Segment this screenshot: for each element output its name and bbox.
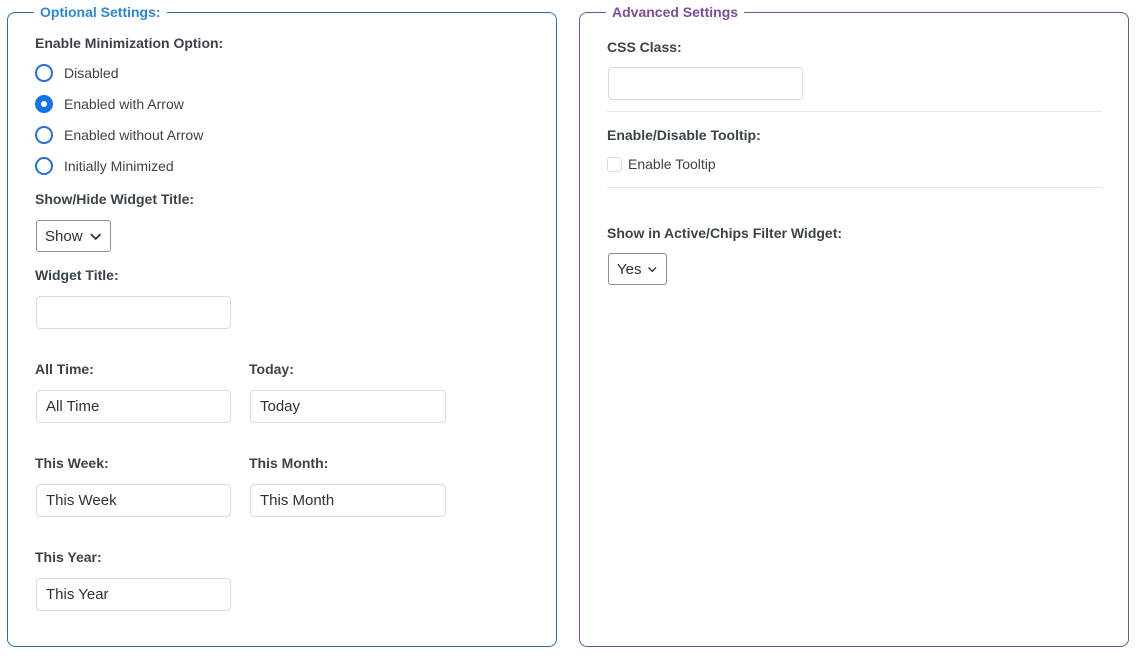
settings-page: Optional Settings: Enable Minimization O…: [0, 0, 1143, 659]
radio-initially-minimized-label: Initially Minimized: [64, 158, 174, 174]
all-time-label: All Time:: [35, 361, 94, 377]
radio-enabled-with-arrow[interactable]: Enabled with Arrow: [35, 92, 184, 116]
divider-2: [607, 187, 1102, 188]
show-hide-title-label: Show/Hide Widget Title:: [35, 191, 195, 207]
show-hide-title-select[interactable]: Show: [36, 220, 111, 252]
radio-enabled-with-arrow-control[interactable]: [35, 95, 53, 113]
this-year-input[interactable]: This Year: [36, 578, 231, 611]
radio-initially-minimized[interactable]: Initially Minimized: [35, 154, 174, 178]
enable-tooltip-label: Enable Tooltip: [628, 156, 716, 172]
optional-settings-legend: Optional Settings:: [34, 3, 167, 21]
radio-disabled-label: Disabled: [64, 65, 119, 81]
widget-title-input[interactable]: [36, 296, 231, 329]
divider-1: [607, 111, 1102, 112]
optional-settings-panel: Optional Settings: Enable Minimization O…: [7, 3, 557, 647]
this-week-input[interactable]: This Week: [36, 484, 231, 517]
this-week-label: This Week:: [35, 455, 109, 471]
advanced-settings-panel: Advanced Settings CSS Class: Enable/Disa…: [579, 3, 1129, 647]
radio-enabled-without-arrow-control[interactable]: [35, 126, 53, 144]
radio-initially-minimized-control[interactable]: [35, 157, 53, 175]
radio-disabled-control[interactable]: [35, 64, 53, 82]
chips-filter-select[interactable]: Yes: [608, 253, 667, 285]
css-class-label: CSS Class:: [607, 39, 682, 55]
tooltip-label: Enable/Disable Tooltip:: [607, 127, 761, 143]
today-label: Today:: [249, 361, 294, 377]
show-hide-title-value: Show: [45, 227, 83, 245]
chevron-down-icon: [648, 267, 657, 273]
this-year-label: This Year:: [35, 549, 102, 565]
radio-disabled[interactable]: Disabled: [35, 61, 118, 85]
this-month-input[interactable]: This Month: [250, 484, 446, 517]
this-month-label: This Month:: [249, 455, 329, 471]
radio-enabled-without-arrow[interactable]: Enabled without Arrow: [35, 123, 203, 147]
widget-title-label: Widget Title:: [35, 267, 119, 283]
chevron-down-icon: [89, 233, 101, 241]
enable-tooltip-row[interactable]: Enable Tooltip: [607, 156, 716, 172]
advanced-settings-legend: Advanced Settings: [606, 3, 745, 21]
radio-enabled-without-arrow-label: Enabled without Arrow: [64, 127, 204, 143]
chips-filter-label: Show in Active/Chips Filter Widget:: [607, 225, 843, 241]
enable-tooltip-checkbox[interactable]: [607, 156, 622, 172]
all-time-input[interactable]: All Time: [36, 390, 231, 423]
chips-filter-value: Yes: [617, 260, 642, 278]
today-input[interactable]: Today: [250, 390, 446, 423]
radio-enabled-with-arrow-label: Enabled with Arrow: [64, 96, 184, 112]
css-class-input[interactable]: [608, 67, 803, 100]
minimization-label: Enable Minimization Option:: [35, 35, 224, 51]
